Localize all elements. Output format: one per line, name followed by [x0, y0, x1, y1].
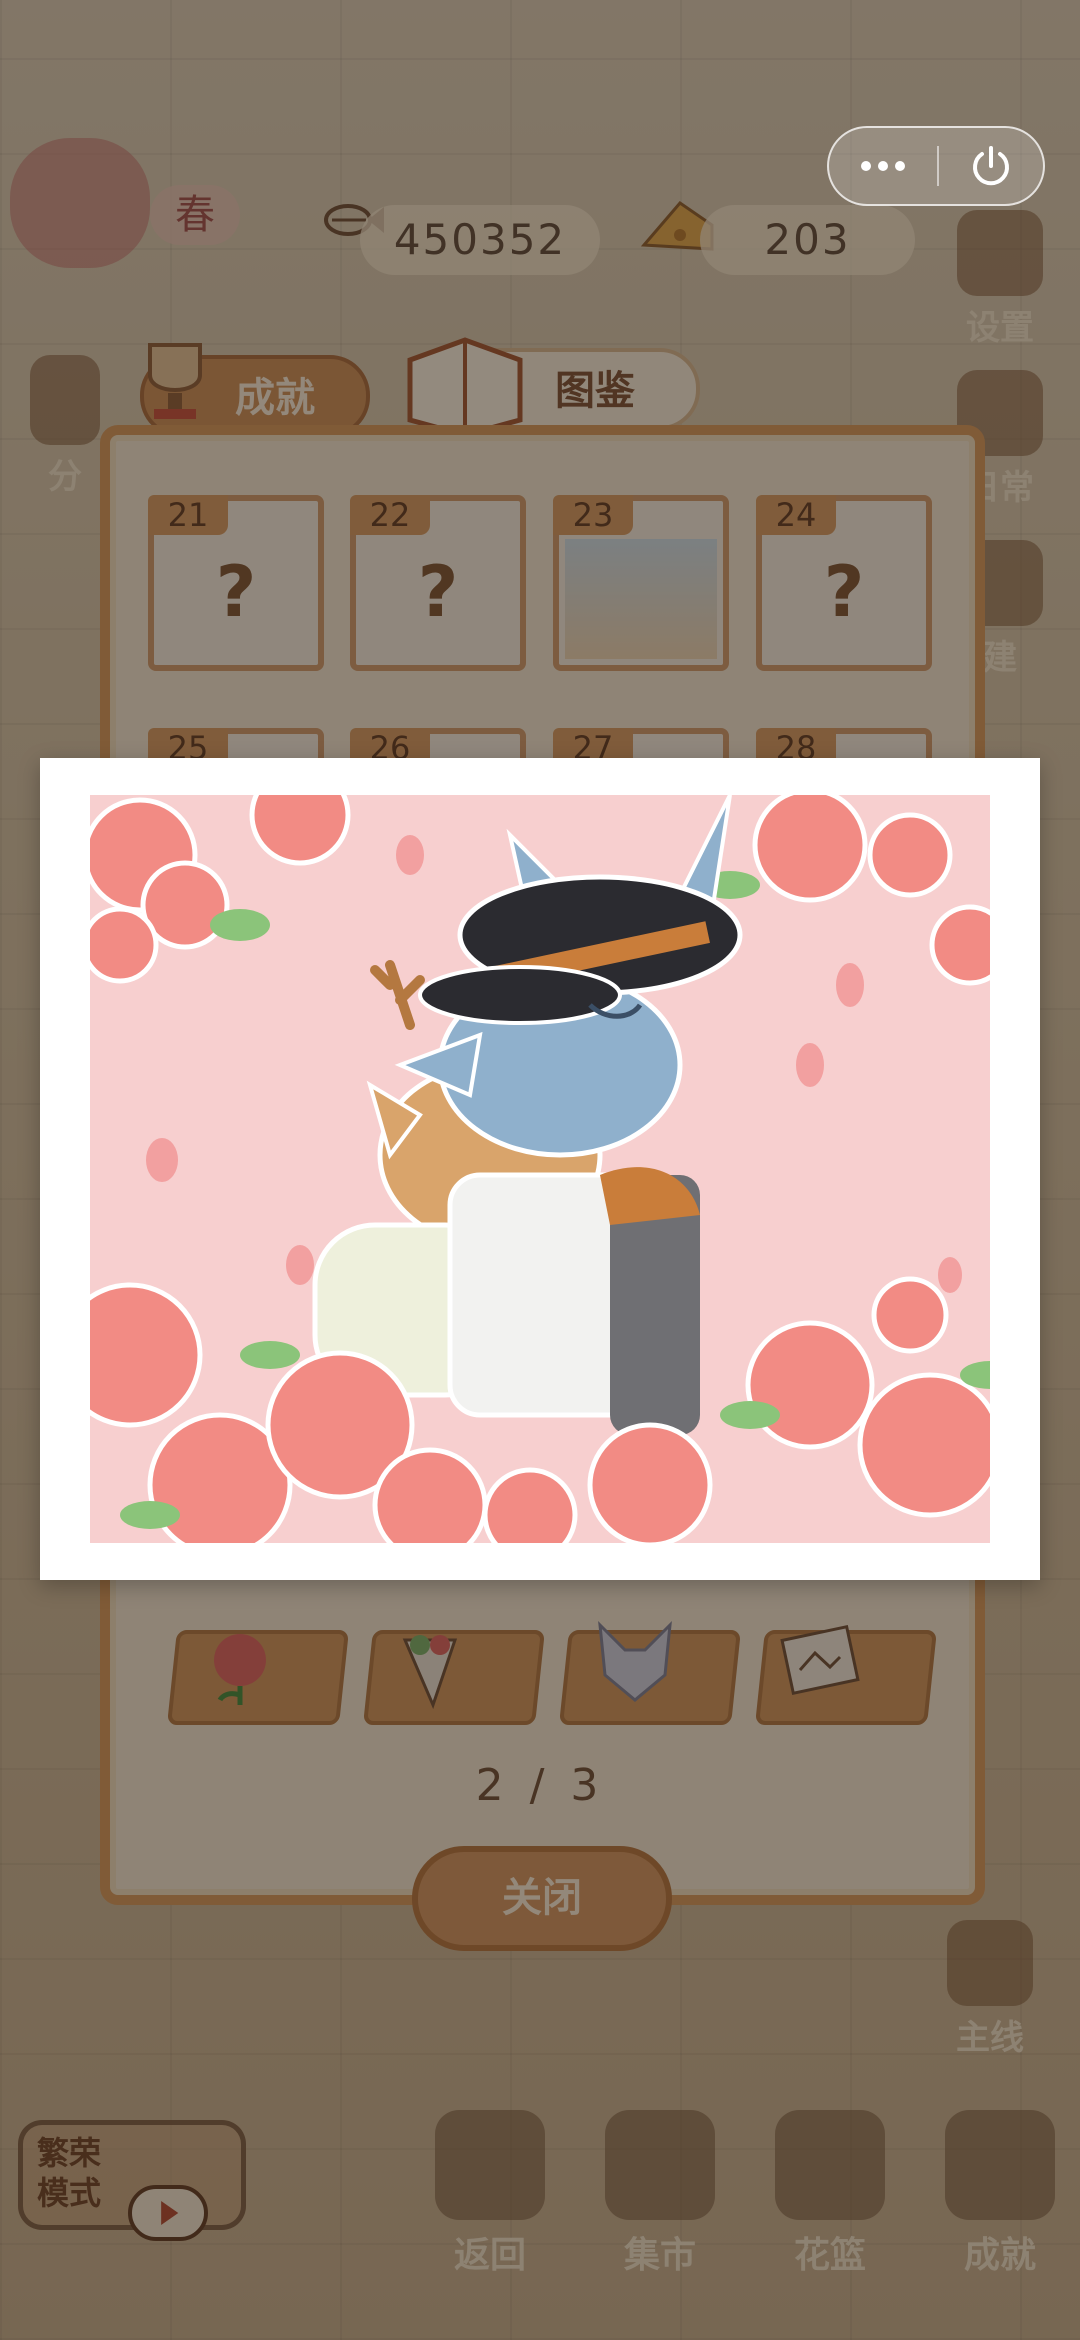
power-icon[interactable]	[939, 128, 1043, 204]
deer-and-wolf-rose-illustration-icon[interactable]	[90, 795, 990, 1543]
miniprogram-capsule	[827, 126, 1045, 206]
more-menu-icon[interactable]	[829, 128, 937, 204]
